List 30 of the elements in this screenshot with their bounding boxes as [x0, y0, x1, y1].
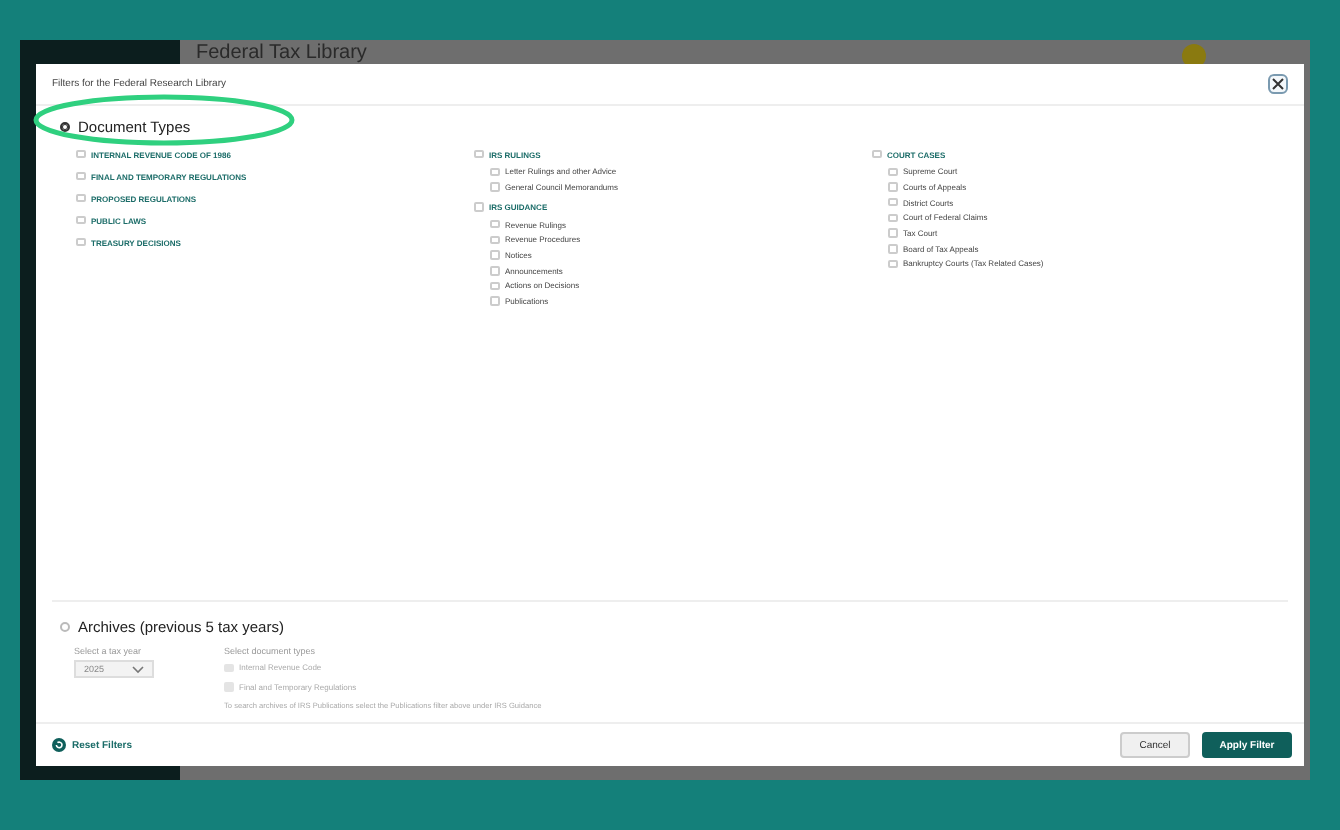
checkbox[interactable]	[490, 182, 499, 192]
checkbox[interactable]	[490, 296, 499, 306]
radio-button[interactable]	[60, 622, 70, 632]
checkbox[interactable]	[888, 167, 897, 177]
checkbox[interactable]	[490, 219, 499, 229]
close-button[interactable]	[1268, 74, 1288, 94]
page-title: Federal Tax Library	[196, 42, 367, 64]
close-icon	[1272, 78, 1284, 90]
checkbox[interactable]	[474, 149, 483, 159]
checkbox[interactable]	[888, 197, 897, 207]
checkbox[interactable]	[888, 259, 897, 269]
chevron-down-icon	[132, 665, 144, 673]
checkbox[interactable]	[888, 228, 897, 238]
checkbox[interactable]	[490, 281, 499, 291]
checkbox[interactable]	[490, 235, 499, 245]
checkbox[interactable]	[490, 250, 499, 260]
checkbox[interactable]	[872, 149, 881, 159]
checkbox[interactable]	[888, 244, 897, 254]
checkbox[interactable]	[888, 213, 897, 223]
checkbox[interactable]	[474, 202, 483, 212]
checkbox[interactable]	[76, 193, 85, 203]
checkbox[interactable]	[490, 167, 499, 177]
checkbox[interactable]	[76, 149, 85, 159]
checkbox[interactable]	[490, 266, 499, 276]
checkbox[interactable]	[76, 237, 85, 247]
checkbox[interactable]	[888, 182, 897, 192]
reset-icon	[52, 738, 66, 752]
checkbox[interactable]	[76, 171, 85, 181]
checkbox[interactable]	[76, 215, 85, 225]
radio-button[interactable]	[60, 122, 70, 132]
